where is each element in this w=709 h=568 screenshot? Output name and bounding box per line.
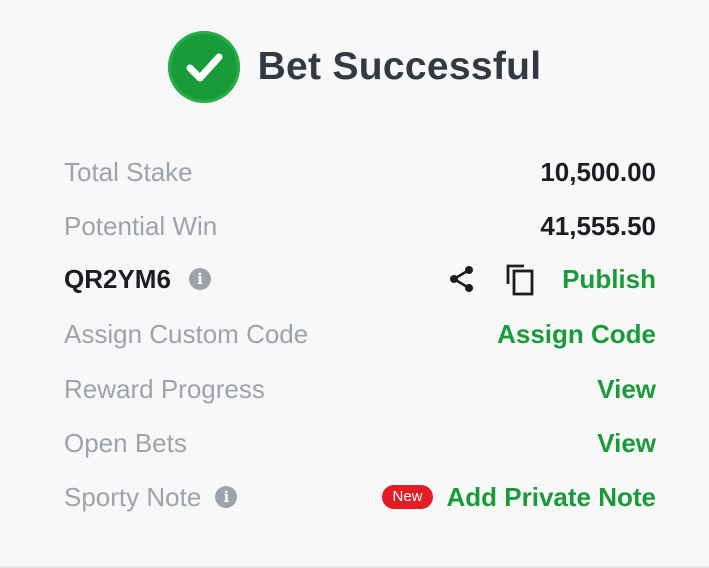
info-icon[interactable]: i — [188, 268, 211, 290]
open-bets-row: Open Bets View — [64, 423, 656, 463]
sporty-note-label-group: Sporty Note i — [64, 481, 238, 513]
info-icon[interactable]: i — [215, 486, 238, 508]
open-bets-label: Open Bets — [64, 427, 187, 458]
publish-link[interactable]: Publish — [562, 264, 656, 295]
reward-progress-label: Reward Progress — [64, 373, 265, 404]
sporty-note-label: Sporty Note — [64, 481, 202, 512]
assign-code-link[interactable]: Assign Code — [497, 319, 656, 350]
reward-progress-row: Reward Progress View — [64, 369, 656, 409]
total-stake-label: Total Stake — [64, 156, 193, 187]
potential-win-row: Potential Win 41,555.50 — [64, 206, 656, 246]
potential-win-value: 41,555.50 — [540, 210, 656, 241]
note-actions: New Add Private Note — [382, 482, 656, 513]
booking-actions: Publish — [446, 262, 656, 296]
assign-code-row: Assign Custom Code Assign Code — [64, 314, 656, 354]
booking-code-text: QR2YM6 — [64, 263, 171, 294]
open-bets-view-link[interactable]: View — [597, 428, 656, 459]
sporty-note-row: Sporty Note i New Add Private Note — [64, 477, 656, 517]
booking-code: QR2YM6 i — [64, 264, 211, 295]
total-stake-value: 10,500.00 — [540, 156, 656, 187]
booking-code-row: QR2YM6 i Publish — [64, 259, 656, 299]
reward-view-link[interactable]: View — [597, 374, 656, 405]
assign-custom-code-label: Assign Custom Code — [64, 318, 309, 349]
copy-icon[interactable] — [504, 262, 536, 296]
total-stake-row: Total Stake 10,500.00 — [64, 152, 656, 192]
potential-win-label: Potential Win — [64, 210, 218, 241]
check-circle-icon — [167, 31, 240, 103]
bet-success-header: Bet Successful — [0, 30, 709, 104]
page-title: Bet Successful — [257, 45, 542, 88]
share-icon[interactable] — [446, 263, 478, 295]
add-private-note-link[interactable]: Add Private Note — [447, 482, 657, 513]
new-badge: New — [382, 485, 433, 509]
